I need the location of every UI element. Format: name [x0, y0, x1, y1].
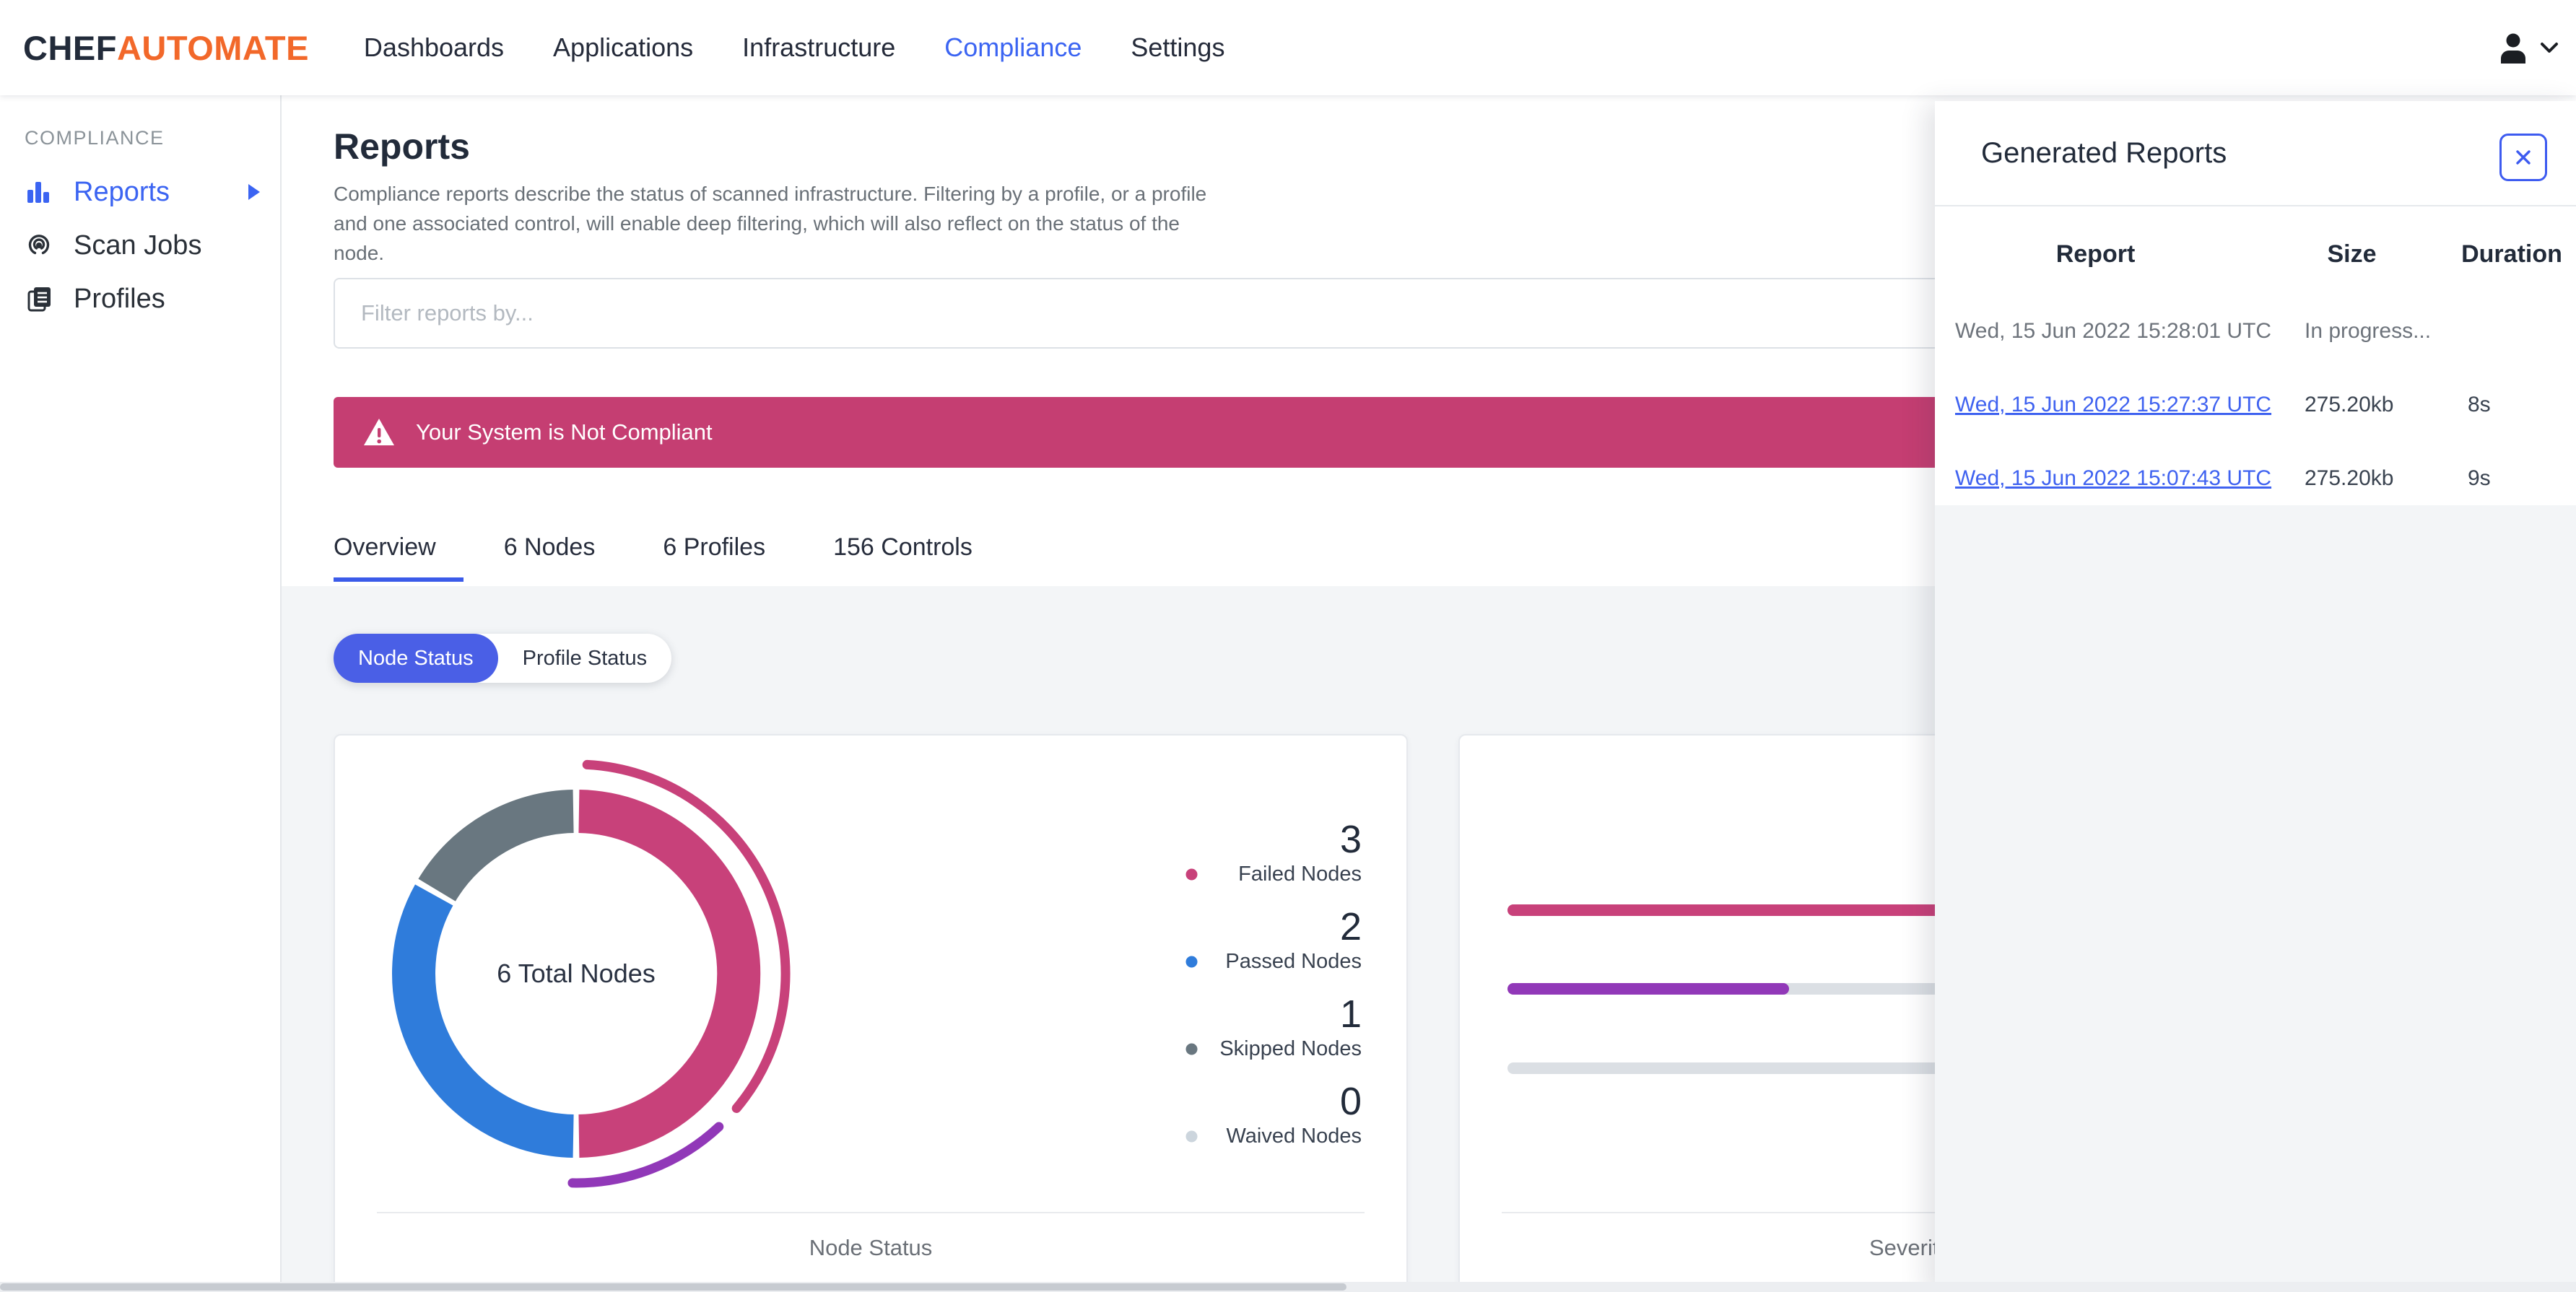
column-header-size: Size — [2327, 240, 2377, 268]
scrollbar-thumb[interactable] — [0, 1283, 1346, 1291]
sidebar-item-label: Scan Jobs — [74, 230, 202, 261]
status-toggle: Node Status Profile Status — [334, 634, 672, 683]
report-size: 275.20kb — [2305, 466, 2394, 490]
column-header-duration: Duration — [2461, 240, 2562, 268]
waived-count: 0 — [1339, 1080, 1362, 1123]
table-header-row: Report Size Duration — [1935, 206, 2576, 294]
close-panel-button[interactable] — [2499, 134, 2547, 181]
top-nav: CHEFAUTOMATE Dashboards Applications Inf… — [0, 0, 2576, 95]
compliance-sidebar: COMPLIANCE Reports Scan Jobs Profiles — [0, 95, 282, 1292]
brand-chef: CHEF — [23, 28, 117, 67]
report-duration: 9s — [2468, 466, 2491, 490]
table-row: Wed, 15 Jun 2022 15:07:43 UTC 275.20kb 9… — [1935, 442, 2576, 515]
app-window: CHEFAUTOMATE Dashboards Applications Inf… — [0, 0, 2576, 1292]
column-header-report: Report — [2055, 240, 2136, 268]
main-nav: Dashboards Applications Infrastructure C… — [364, 32, 1225, 63]
skipped-count: 1 — [1339, 992, 1362, 1036]
nav-item-dashboards[interactable]: Dashboards — [364, 32, 504, 63]
passed-dot-icon — [1185, 956, 1198, 968]
donut-center-label: 6 Total Nodes — [497, 959, 656, 988]
documents-icon — [25, 284, 55, 313]
waived-dot-icon — [1185, 1130, 1198, 1143]
chef-automate-logo[interactable]: CHEFAUTOMATE — [23, 28, 309, 68]
legend-item-passed: 2 Passed Nodes — [1185, 907, 1362, 974]
sidebar-item-scan-jobs[interactable]: Scan Jobs — [0, 219, 280, 272]
toggle-profile-status[interactable]: Profile Status — [498, 634, 671, 683]
report-download-link[interactable]: Wed, 15 Jun 2022 15:27:37 UTC — [1955, 393, 2271, 416]
tab-profiles[interactable]: 6 Profiles — [663, 531, 793, 582]
sidebar-item-label: Reports — [74, 176, 170, 207]
legend-label: Failed Nodes — [1238, 863, 1362, 886]
table-row: Wed, 15 Jun 2022 15:28:01 UTC In progres… — [1935, 294, 2576, 368]
report-date: Wed, 15 Jun 2022 15:28:01 UTC — [1955, 319, 2272, 343]
tab-overview[interactable]: Overview — [334, 531, 464, 582]
user-profile-icon[interactable] — [2495, 30, 2531, 66]
tab-nodes[interactable]: 6 Nodes — [504, 531, 623, 582]
bar-chart-icon — [25, 178, 55, 206]
sidebar-item-label: Profiles — [74, 283, 165, 314]
page-title: Reports — [334, 126, 470, 167]
page-description: Compliance reports describe the status o… — [334, 183, 1207, 264]
nav-item-compliance[interactable]: Compliance — [944, 32, 1082, 63]
legend-item-waived: 0 Waived Nodes — [1185, 1081, 1362, 1148]
generated-reports-table: Report Size Duration Wed, 15 Jun 2022 15… — [1935, 206, 2576, 515]
report-tabs: Overview 6 Nodes 6 Profiles 156 Controls — [334, 531, 1040, 582]
brand-automate: AUTOMATE — [116, 28, 309, 67]
legend-label: Passed Nodes — [1225, 950, 1362, 973]
generated-reports-panel: Generated Reports Report Size Duration W… — [1935, 101, 2576, 1292]
report-size: In progress... — [2305, 319, 2432, 343]
toggle-node-status[interactable]: Node Status — [334, 634, 498, 683]
legend-item-failed: 3 Failed Nodes — [1185, 819, 1362, 886]
node-status-donut-chart: 6 Total Nodes — [345, 743, 807, 1205]
passed-count: 2 — [1339, 905, 1362, 948]
chevron-right-icon — [248, 184, 260, 200]
nav-item-settings[interactable]: Settings — [1131, 32, 1224, 63]
sidebar-item-profiles[interactable]: Profiles — [0, 272, 280, 326]
chevron-down-icon[interactable] — [2540, 42, 2559, 53]
severity-bar-fill — [1507, 983, 1789, 995]
panel-content-area: Generated Reports Report Size Duration W… — [1935, 101, 2576, 505]
report-size: 275.20kb — [2305, 393, 2394, 416]
horizontal-scrollbar[interactable] — [0, 1282, 2576, 1292]
legend-label: Skipped Nodes — [1219, 1037, 1362, 1060]
legend-label: Waived Nodes — [1226, 1125, 1362, 1148]
failed-dot-icon — [1185, 868, 1198, 881]
table-row: Wed, 15 Jun 2022 15:27:37 UTC 275.20kb 8… — [1935, 368, 2576, 442]
card-divider — [377, 1212, 1365, 1213]
report-download-link[interactable]: Wed, 15 Jun 2022 15:07:43 UTC — [1955, 466, 2271, 490]
node-status-caption: Node Status — [809, 1235, 933, 1260]
banner-text: Your System is Not Compliant — [416, 419, 713, 445]
nav-item-infrastructure[interactable]: Infrastructure — [742, 32, 895, 63]
close-icon — [2512, 146, 2535, 169]
skipped-dot-icon — [1185, 1043, 1198, 1055]
report-duration: 8s — [2468, 393, 2491, 416]
panel-title: Generated Reports — [1981, 137, 2227, 169]
node-status-legend: 3 Failed Nodes 2 Passed Nodes 1 Skipped … — [1185, 819, 1362, 1169]
sidebar-item-reports[interactable]: Reports — [0, 165, 280, 219]
sidebar-section-label: COMPLIANCE — [25, 127, 165, 149]
radar-icon — [25, 231, 55, 260]
failed-count: 3 — [1339, 818, 1362, 861]
nav-item-applications[interactable]: Applications — [553, 32, 693, 63]
user-menu[interactable] — [2495, 0, 2559, 95]
node-status-card: 6 Total Nodes 3 Failed Nodes 2 Passed No… — [334, 734, 1408, 1289]
legend-item-skipped: 1 Skipped Nodes — [1185, 994, 1362, 1061]
warning-icon — [362, 417, 396, 448]
tab-controls[interactable]: 156 Controls — [833, 531, 1000, 582]
